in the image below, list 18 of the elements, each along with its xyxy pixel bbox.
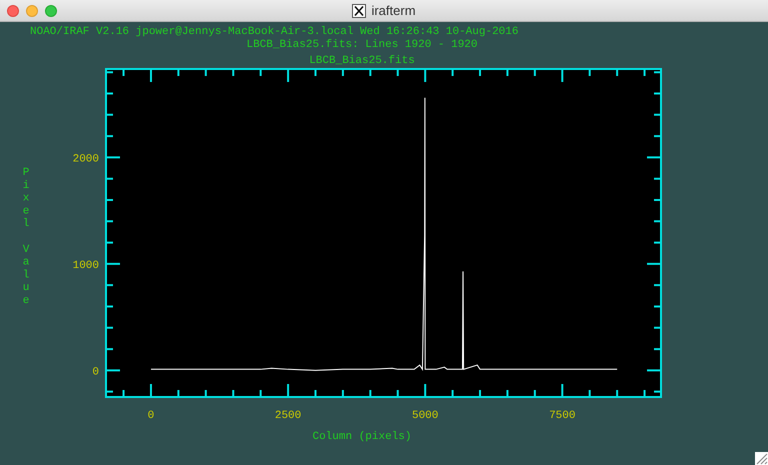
y-tick-label: 1000 [72,260,99,272]
y-axis-label: Pixel Value [22,167,30,307]
x-tick-label: 0 [148,410,154,422]
maximize-button[interactable] [45,5,57,17]
y-tick-label: 0 [92,366,99,378]
session-info-text: NOAO/IRAF V2.16 jpower@Jennys-MacBook-Air-3.local Wed 16:26:43 10-Aug-2016 [29,26,520,39]
y-tick-label: 2000 [72,153,99,166]
resize-grip-icon[interactable] [755,452,768,465]
x-tick-label: 7500 [549,410,576,422]
close-button[interactable] [7,5,19,17]
image-lines-text: LBCB_Bias25.fits: Lines 1920 - 1920 [245,39,479,52]
x-tick-label: 2500 [274,410,302,422]
minimize-button[interactable] [26,5,38,17]
x-logo-icon [352,4,366,18]
x-axis-label: Column (pixels) [312,431,412,443]
x-tick-label: 5000 [412,410,438,422]
window-title: irafterm [371,2,416,20]
chart-title: LBCB_Bias25.fits [309,55,415,67]
